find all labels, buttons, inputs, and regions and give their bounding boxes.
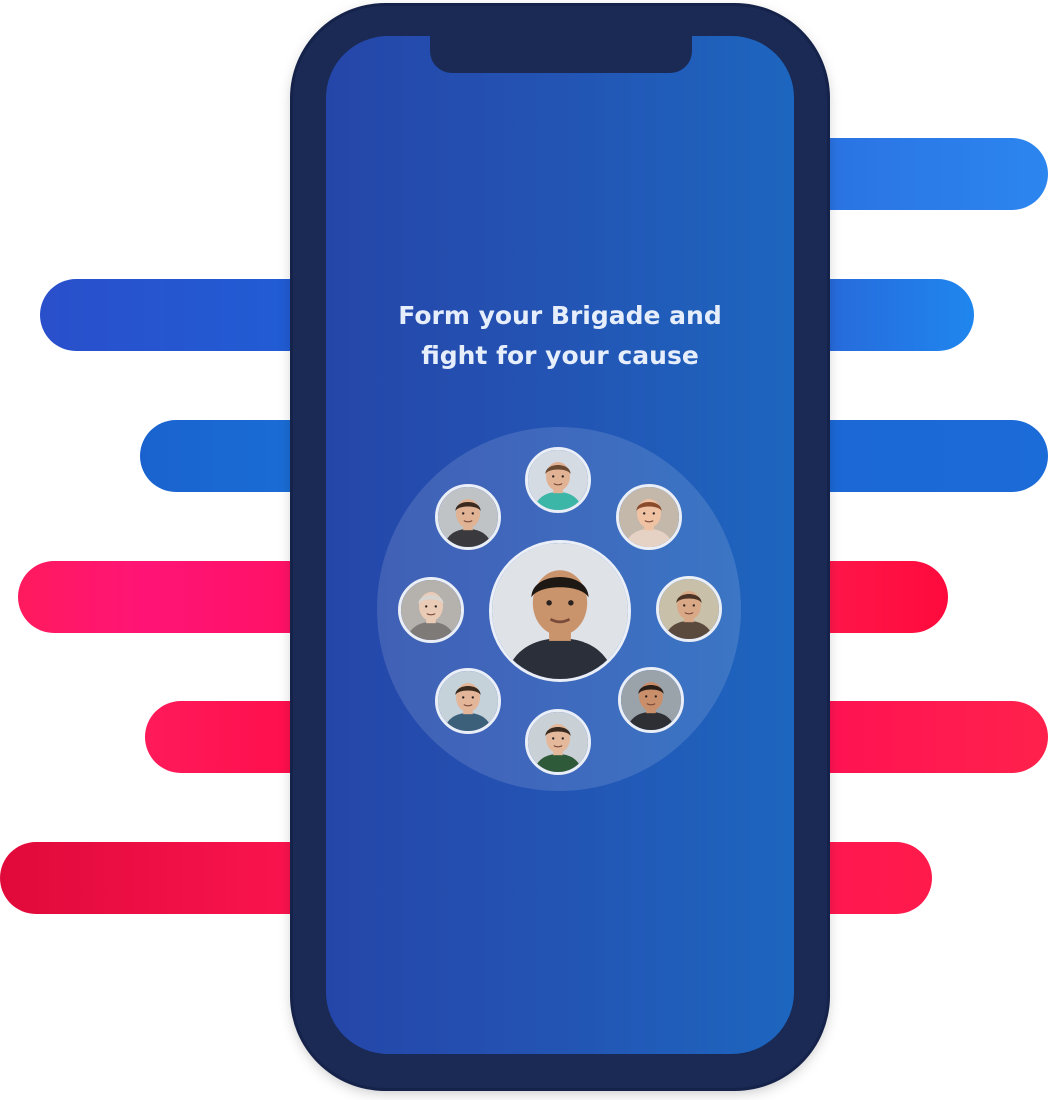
headline-line-2: fight for your cause	[421, 341, 699, 370]
portrait-eye-right	[652, 512, 655, 515]
portrait-eye-left	[425, 605, 428, 608]
avatar-top-right-member[interactable]	[616, 484, 682, 550]
portrait-eye-right	[434, 605, 437, 608]
avatar-portrait-icon	[619, 487, 679, 547]
portrait-eye-right	[654, 695, 657, 698]
decorative-stripe-red	[18, 561, 340, 633]
headline-line-1: Form your Brigade and	[398, 301, 722, 330]
avatar-right-member[interactable]	[656, 576, 722, 642]
avatar-bottom-left-member[interactable]	[435, 668, 501, 734]
page-title: Form your Brigade and fight for your cau…	[326, 296, 794, 376]
avatar-portrait-icon	[438, 671, 498, 731]
portrait-eye-right	[568, 600, 574, 606]
portrait-eye-right	[471, 696, 474, 699]
portrait-eye-right	[471, 512, 474, 515]
avatar-bottom-right-member[interactable]	[618, 667, 684, 733]
avatar-portrait-icon	[528, 450, 588, 510]
decorative-stripe-red	[0, 842, 340, 914]
avatar-portrait-icon	[528, 712, 588, 772]
phone-notch	[430, 36, 692, 73]
avatar-portrait-icon	[659, 579, 719, 639]
portrait-eye-left	[645, 695, 648, 698]
avatar-top-left-member[interactable]	[435, 484, 501, 550]
avatar-bottom-member[interactable]	[525, 709, 591, 775]
portrait-eye-right	[561, 475, 564, 478]
avatar-portrait-icon	[492, 543, 628, 679]
phone-mockup-stage: Form your Brigade and fight for your cau…	[0, 0, 1048, 1100]
portrait-eye-left	[552, 737, 555, 740]
avatar-left-member[interactable]	[398, 577, 464, 643]
portrait-eye-left	[552, 475, 555, 478]
avatar-center-member[interactable]	[489, 540, 631, 682]
portrait-eye-left	[643, 512, 646, 515]
portrait-eye-left	[462, 696, 465, 699]
avatar-portrait-icon	[438, 487, 498, 547]
portrait-eye-right	[692, 604, 695, 607]
avatar-top-member[interactable]	[525, 447, 591, 513]
phone-screen: Form your Brigade and fight for your cau…	[326, 36, 794, 1054]
portrait-eye-left	[683, 604, 686, 607]
portrait-eye-left	[462, 512, 465, 515]
avatar-portrait-icon	[621, 670, 681, 730]
portrait-eye-left	[546, 600, 552, 606]
portrait-eye-right	[561, 737, 564, 740]
avatar-portrait-icon	[401, 580, 461, 640]
